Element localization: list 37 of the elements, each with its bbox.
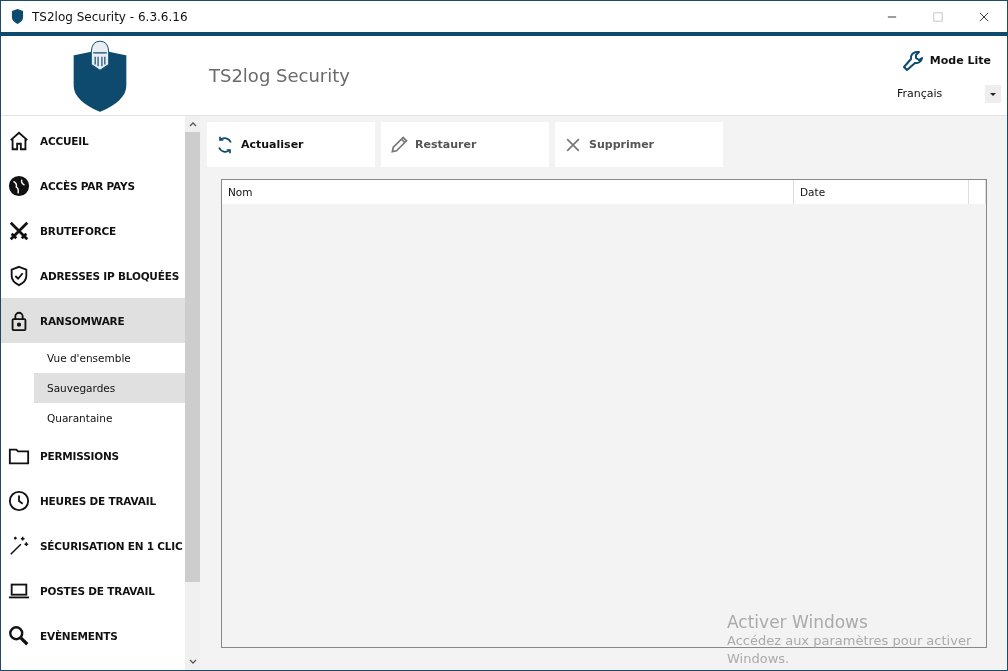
mode-lite-button[interactable]: Mode Lite: [901, 48, 1001, 73]
sidebar-item[interactable]: ACCUEIL: [1, 118, 185, 163]
wand-icon: [8, 534, 30, 557]
sidebar-item[interactable]: RANSOMWARE: [1, 298, 185, 343]
wrench-icon: [901, 48, 926, 73]
toolbar-button[interactable]: Actualiser: [207, 122, 375, 167]
sidebar-subitem[interactable]: Vue d'ensemble: [34, 343, 185, 373]
scroll-thumb[interactable]: [185, 132, 200, 582]
column-header[interactable]: Date: [794, 180, 969, 204]
app-title: TS2log Security: [209, 65, 350, 86]
sidebar-subitem[interactable]: Sauvegardes: [34, 373, 185, 403]
sidebar-item[interactable]: PERMISSIONS: [1, 433, 185, 478]
sidebar-item[interactable]: POSTES DE TRAVAIL: [1, 568, 185, 613]
scrollbar[interactable]: [185, 116, 200, 670]
sidebar-subitem[interactable]: Quarantaine: [34, 403, 185, 433]
scroll-up-icon[interactable]: [187, 120, 198, 128]
clock-icon: [8, 489, 30, 512]
swords-icon: [8, 219, 30, 242]
pencil-icon: [389, 134, 409, 155]
home-icon: [8, 129, 30, 152]
globe-icon: [8, 174, 30, 197]
sidebar-item[interactable]: ADRESSES IP BLOQUÉES: [1, 253, 185, 298]
dropdown-caret-icon: [985, 84, 1001, 103]
search-icon: [8, 624, 30, 647]
sidebar-item[interactable]: HEURES DE TRAVAIL: [1, 478, 185, 523]
sidebar-item[interactable]: SÉCURISATION EN 1 CLIC: [1, 523, 185, 568]
window-title: TS2log Security - 6.3.6.16: [32, 9, 188, 24]
sidebar-item[interactable]: BRUTEFORCE: [1, 208, 185, 253]
activation-title: Activer Windows: [727, 612, 869, 632]
sidebar-item[interactable]: EVÈNEMENTS: [1, 613, 185, 658]
shield-app-icon: [11, 9, 24, 24]
column-header[interactable]: Nom: [222, 180, 794, 204]
scroll-down-icon[interactable]: [187, 658, 198, 666]
sidebar-item[interactable]: ACCÈS PAR PAYS: [1, 163, 185, 208]
shield-icon: [8, 264, 30, 287]
activation-text: Accédez aux paramètres pour activer Windows.: [727, 632, 973, 668]
language-dropdown[interactable]: Français: [897, 84, 1001, 103]
